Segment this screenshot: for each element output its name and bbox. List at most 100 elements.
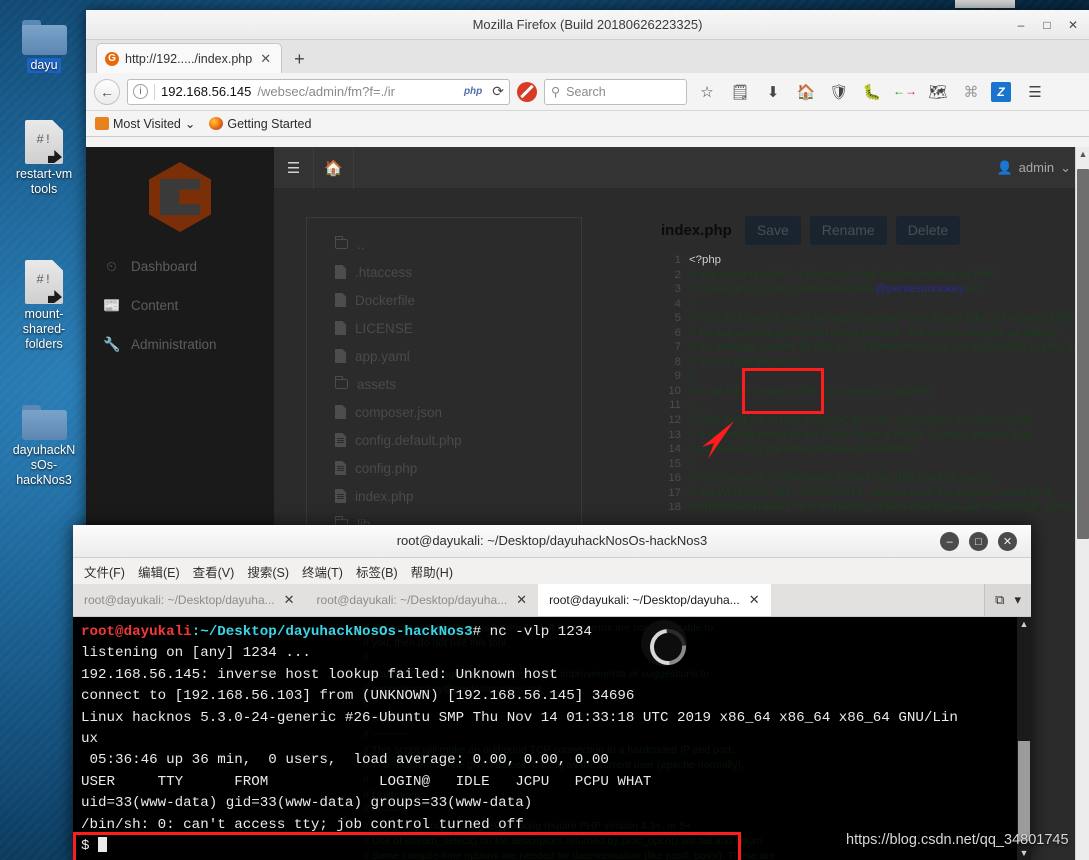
editor-filename: index.php	[661, 221, 732, 239]
bookmark-getting-started[interactable]: Getting Started	[209, 117, 311, 131]
code-line: 9 //	[661, 369, 1065, 384]
bookmark-label: Most Visited	[113, 116, 181, 131]
rename-button[interactable]: Rename	[809, 215, 887, 245]
maximize-button[interactable]: □	[1037, 15, 1057, 35]
arrows-icon[interactable]: ← →	[892, 79, 918, 105]
url-bar[interactable]: i 192.168.56.145 /websec/admin/fm?f=./ir…	[127, 78, 510, 105]
terminal-tab[interactable]: root@dayukali: ~/Desktop/dayuha... ✕	[538, 584, 771, 616]
browser-tab[interactable]: G http://192...../index.php ✕	[96, 43, 283, 73]
terminal-tab[interactable]: root@dayukali: ~/Desktop/dayuha... ✕	[73, 584, 306, 616]
terminal-maximize-button[interactable]: □	[969, 532, 988, 551]
terminal-menu-item[interactable]: 查看(V)	[193, 562, 235, 581]
terminal-minimize-button[interactable]: –	[940, 532, 959, 551]
file-row[interactable]: LICENSE	[335, 314, 581, 342]
tab-close-icon[interactable]: ✕	[258, 51, 273, 67]
terminal-prompt-line: root@dayukali:~/Desktop/dayuhackNosOs-ha…	[81, 624, 592, 640]
hamburger-menu-icon[interactable]: ☰	[274, 147, 314, 189]
terminal-menu-item[interactable]: 文件(F)	[84, 562, 125, 581]
file-name: Dockerfile	[355, 292, 416, 308]
line-number: 8	[674, 355, 681, 368]
desktop-icon-label-line2: tools	[30, 182, 58, 196]
terminal-scrollbar[interactable]: ▲ ▼	[1017, 617, 1031, 860]
file-row[interactable]: ..	[334, 230, 581, 258]
terminal-menu-item[interactable]: 编辑(E)	[138, 562, 180, 581]
file-row[interactable]: index.php	[335, 482, 581, 510]
wrench-icon: 🔧	[103, 336, 121, 352]
page-info-icon[interactable]: i	[133, 84, 148, 99]
line-number: 1	[674, 254, 681, 266]
terminal-close-button[interactable]: ✕	[998, 532, 1017, 551]
close-button[interactable]: ✕	[1063, 15, 1083, 35]
bug-icon[interactable]: 🐛	[859, 79, 885, 105]
tab-close-icon[interactable]: ✕	[516, 592, 527, 608]
home-icon[interactable]: 🏠	[314, 147, 354, 189]
desktop-icon-dayu[interactable]: dayu	[0, 20, 88, 73]
star-icon[interactable]: ☆	[694, 79, 720, 105]
delete-button[interactable]: Delete	[895, 215, 961, 245]
sidebar-item-dashboard[interactable]: ⏲ Dashboard	[86, 247, 274, 286]
file-row[interactable]: assets	[334, 370, 581, 398]
user-menu[interactable]: 👤 admin ⌄	[996, 160, 1071, 176]
zotero-icon[interactable]: Z	[991, 81, 1011, 102]
code-line: 4 //	[661, 297, 1065, 312]
file-row[interactable]: composer.json	[335, 398, 581, 426]
new-tab-button[interactable]: +	[282, 49, 317, 73]
file-name: config.default.php	[355, 432, 462, 448]
terminal-tab[interactable]: root@dayukali: ~/Desktop/dayuha... ✕	[306, 584, 539, 616]
code-line: 3 // Copyright (C) 2007 pentestmonkey@pen…	[661, 282, 1065, 297]
download-icon[interactable]: ⬇	[760, 79, 786, 105]
desktop-icon-mount-shared-folders[interactable]: #! mount- shared- folders	[0, 260, 88, 352]
menu-icon[interactable]: ☰	[1022, 79, 1048, 105]
file-row[interactable]: config.default.php	[335, 426, 581, 454]
back-button[interactable]: ←	[94, 78, 120, 105]
terminal-menu-item[interactable]: 帮助(H)	[411, 562, 453, 581]
sidebar-item-administration[interactable]: 🔧 Administration	[86, 325, 274, 364]
file-row[interactable]: .htaccess	[335, 258, 581, 286]
scroll-up-arrow-icon[interactable]: ▲	[1017, 619, 1031, 629]
new-tab-icon[interactable]: ⧉	[995, 592, 1004, 608]
terminal-scrollbar-thumb[interactable]	[1018, 741, 1030, 841]
shield-icon[interactable]: 🛡	[826, 79, 852, 105]
line-number: 3	[674, 283, 681, 296]
bookmark-most-visited[interactable]: Most Visited ⌄	[95, 116, 195, 131]
editor-toolbar: index.php Save Rename Delete	[661, 207, 1065, 253]
noscript-icon[interactable]	[517, 81, 537, 102]
terminal-menu-item[interactable]: 搜索(S)	[247, 562, 289, 581]
hackbar-icon[interactable]: 🗺	[925, 79, 951, 105]
chevron-down-icon: ⌄	[1060, 159, 1071, 175]
code-line: 18 // MERCHANTABILITY or FITNESS FOR A PA…	[661, 500, 1084, 515]
browser-tab-title: http://192...../index.php	[125, 51, 253, 66]
code-editor-area[interactable]: 1 <?php 2 // php-reverse-shell - A Reverse …	[661, 253, 1088, 515]
code-text: // php-reverse-shell - A Reverse Shell i…	[689, 268, 997, 281]
firefox-titlebar: Mozilla Firefox (Build 20180626223325) –…	[86, 10, 1089, 40]
page-scrollbar[interactable]: ▲	[1075, 147, 1089, 860]
terminal-menu-item[interactable]: 终端(T)	[302, 562, 343, 581]
scroll-up-arrow-icon[interactable]: ▲	[1076, 149, 1089, 159]
file-row[interactable]: config.php	[335, 454, 581, 482]
file-row[interactable]: app.yaml	[335, 342, 581, 370]
terminal-tab-label: root@dayukali: ~/Desktop/dayuha...	[316, 593, 508, 607]
script-file-icon: #!	[25, 260, 63, 304]
chevron-down-icon: ⌄	[184, 117, 196, 131]
terminal-body[interactable]: // any actions performed using this tool…	[73, 617, 1031, 860]
scroll-down-arrow-icon[interactable]: ▼	[1017, 848, 1031, 858]
chevron-down-icon[interactable]: ▾	[1014, 592, 1021, 608]
newspaper-icon: 📰	[103, 297, 121, 313]
desktop-icon-dayuhacknosos[interactable]: dayuhackN sOs- hackNos3	[0, 405, 88, 488]
desktop-icon-restart-vmtools[interactable]: #! restart-vm tools	[0, 120, 88, 197]
scrollbar-thumb[interactable]	[1077, 169, 1089, 539]
minimize-button[interactable]: –	[1011, 15, 1031, 35]
save-button[interactable]: Save	[744, 215, 801, 245]
terminal-menu-item[interactable]: 标签(B)	[356, 562, 398, 581]
search-input[interactable]: ⚲ Search	[544, 78, 687, 105]
home-icon[interactable]: 🏠	[793, 79, 819, 105]
sidebar-item-content[interactable]: 📰 Content	[86, 286, 274, 325]
tab-close-icon[interactable]: ✕	[749, 592, 760, 608]
reload-icon[interactable]: ⟳	[488, 83, 504, 100]
command-icon[interactable]: ⌘	[958, 79, 984, 105]
firefox-icon	[209, 117, 224, 130]
file-row[interactable]: Dockerfile	[335, 286, 581, 314]
tab-close-icon[interactable]: ✕	[284, 592, 295, 608]
library-icon[interactable]: 🗒	[727, 79, 753, 105]
file-name: config.php	[355, 460, 418, 476]
